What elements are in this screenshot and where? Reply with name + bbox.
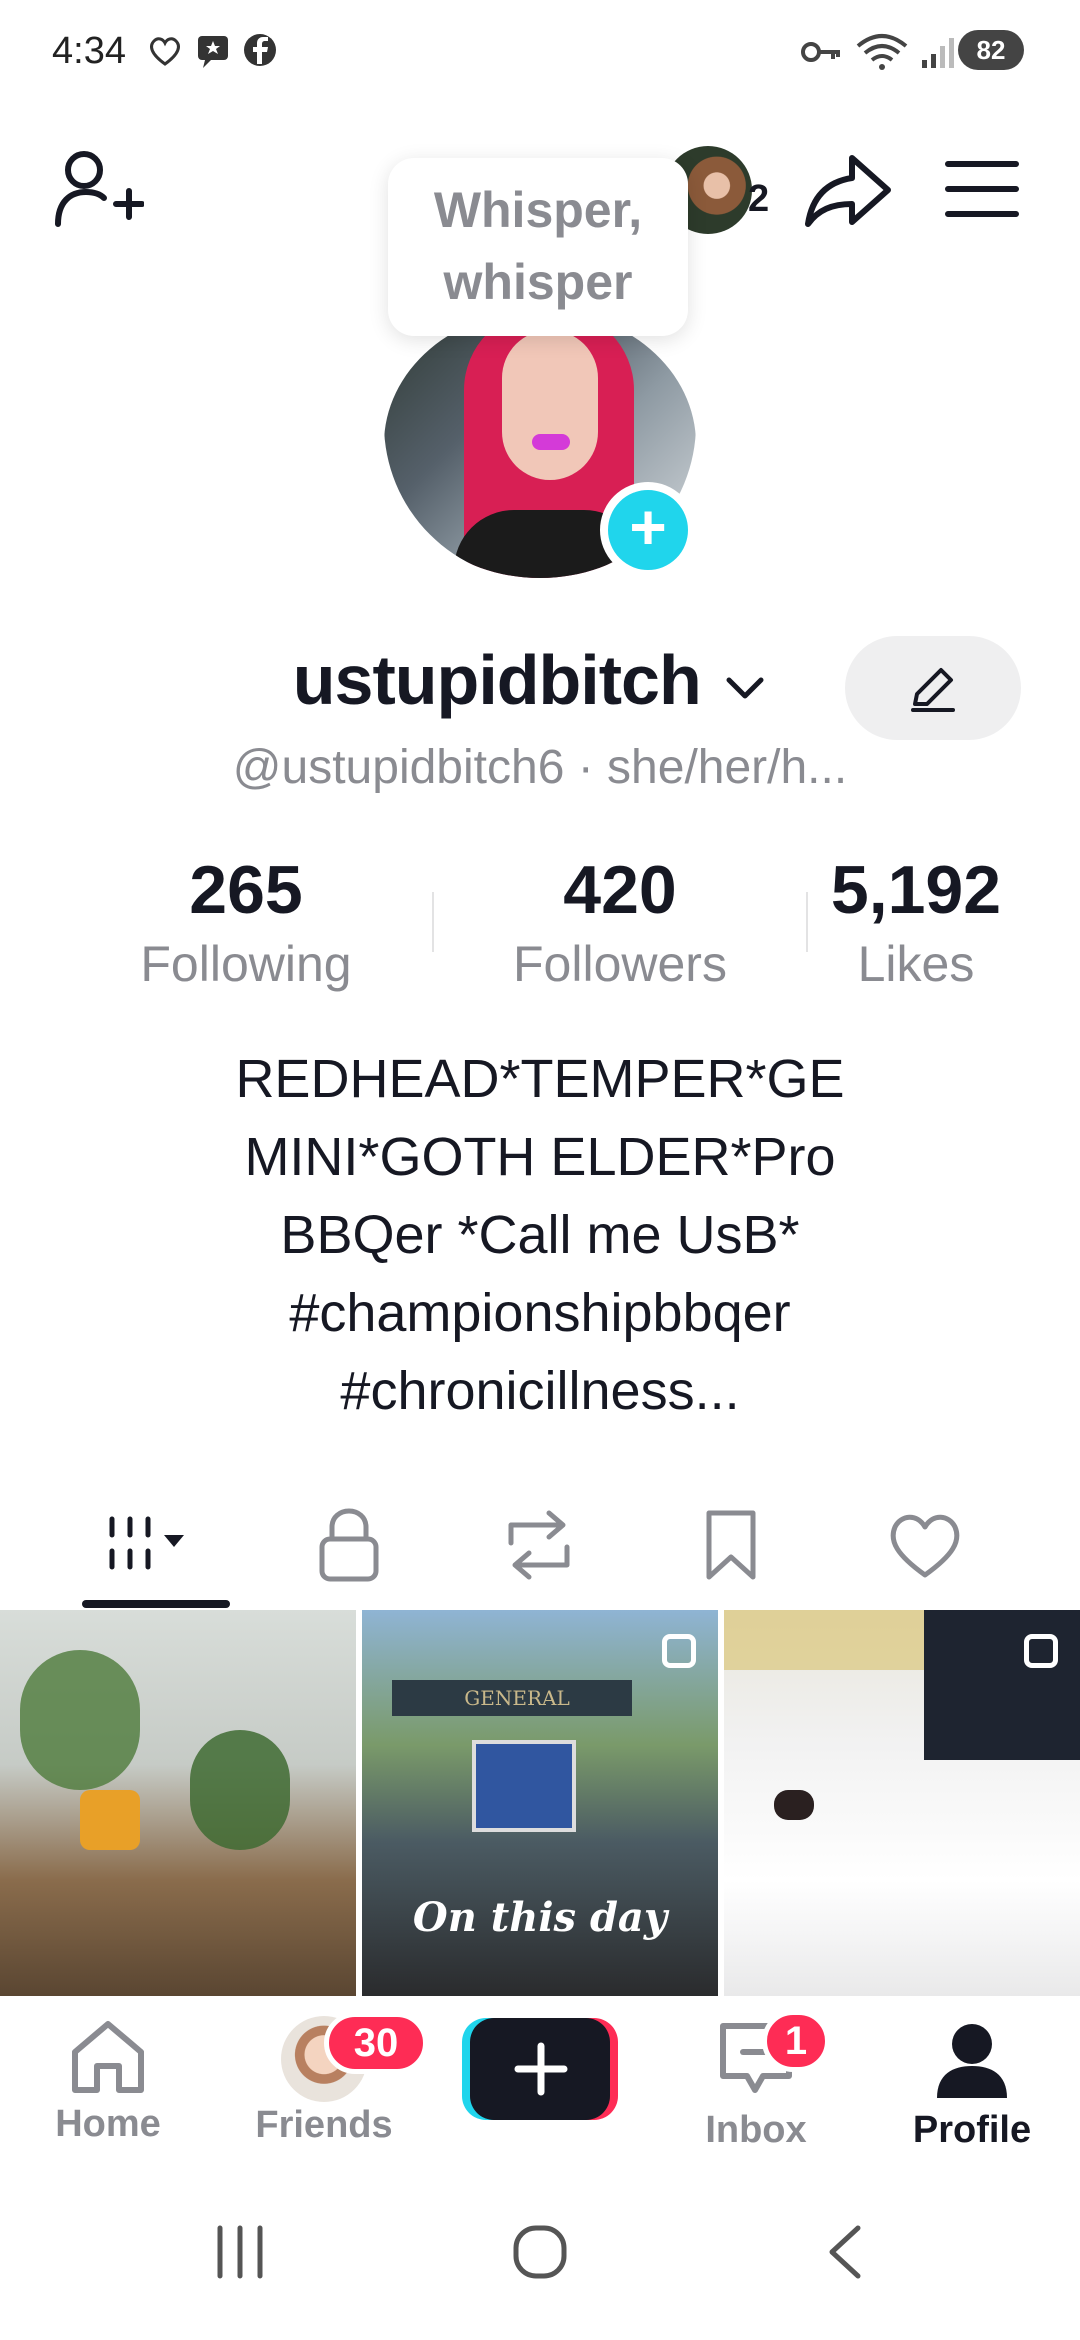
tab-videos[interactable] [90,1490,220,1600]
bio-line: REDHEAD*TEMPER*GE [235,1049,845,1109]
add-friend-icon[interactable] [52,146,144,230]
nav-home-label: Home [55,2103,161,2145]
bookmark-icon [706,1510,756,1580]
content-tabs [0,1490,1080,1600]
home-button-icon[interactable] [510,2222,570,2282]
pencil-icon [911,668,955,712]
profile-icon [937,2024,1007,2098]
back-icon[interactable] [820,2222,870,2282]
followers-count: 420 [563,852,677,928]
bio[interactable]: REDHEAD*TEMPER*GE MINI*GOTH ELDER*Pro BB… [140,1040,940,1430]
private-lock-icon [319,1508,379,1582]
likes-count: 5,192 [830,852,1002,928]
home-icon [72,2021,144,2093]
repost-icon [508,1510,570,1580]
system-status-icons [800,32,956,72]
share-icon[interactable] [802,148,894,232]
bio-line: BBQer *Call me UsB* [280,1205,800,1265]
signal-icon [922,38,954,68]
liked-heart-icon [890,1514,960,1578]
multi-photo-icon [662,1634,696,1668]
status-time: 4:34 [52,30,126,72]
key-icon [801,42,840,62]
likes-stat[interactable]: 5,192 Likes [766,850,1066,998]
video-thumbnail[interactable] [724,1610,1080,1996]
handle-pronouns: @ustupidbitch6 · she/her/h... [232,741,848,794]
likes-label: Likes [857,936,975,992]
video-thumbnail[interactable]: GENERAL On this day [362,1610,718,1996]
status-notification-icons [145,30,279,70]
multi-photo-icon [1024,1634,1058,1668]
whisper-line-1: Whisper, [433,182,643,238]
display-name: ustupidbitch [292,641,702,719]
tab-favorites[interactable] [666,1490,796,1600]
bio-line: #championshipbbqer [289,1283,791,1343]
following-count: 265 [189,852,303,928]
nav-home[interactable]: Home [8,2016,208,2146]
edit-profile-button[interactable] [845,636,1021,740]
following-stat[interactable]: 265 Following [96,850,396,998]
bio-line: #chronicillness... [340,1361,740,1421]
active-tab-indicator [82,1600,230,1608]
plus-icon [514,2042,568,2096]
facebook-icon [244,34,276,66]
nav-friends-label: Friends [255,2104,393,2146]
chevron-down-icon [726,677,764,699]
menu-icon[interactable] [944,158,1020,220]
tab-reposts[interactable] [474,1490,604,1600]
system-navigation-bar [0,2170,1080,2340]
stat-divider [432,892,434,952]
add-story-button[interactable]: + [600,482,696,578]
nav-friends[interactable]: Friends 30 [224,2012,428,2147]
nav-profile-label: Profile [912,2109,1032,2151]
bottom-nav: Home Friends 30 Inbox 1 Profile [0,1998,1080,2168]
nav-inbox-label: Inbox [705,2109,807,2151]
recent-apps-icon[interactable] [210,2222,270,2282]
heart-icon [150,37,180,66]
sign-text: GENERAL [464,1686,570,1710]
on-this-day-caption: On this day [412,1894,668,1941]
tab-private[interactable] [284,1490,414,1600]
video-thumbnail[interactable] [0,1610,356,1996]
battery-indicator: 82 [958,30,1024,70]
videos-grid-icon [109,1516,184,1570]
following-label: Following [140,936,352,992]
whisper-line-2: whisper [443,254,633,310]
followers-stat[interactable]: 420 Followers [470,850,770,998]
nav-profile[interactable]: Profile [872,2016,1072,2152]
bio-line: MINI*GOTH ELDER*Pro [244,1127,836,1187]
whisper-bubble[interactable]: Whisper, whisper [388,158,688,336]
inbox-badge: 1 [762,2010,830,2072]
wifi-icon [856,34,908,70]
profile-viewers-count: 2 [748,178,770,220]
tab-liked[interactable] [860,1490,990,1600]
friends-badge: 30 [324,2012,428,2074]
nav-inbox[interactable]: Inbox 1 [656,2010,856,2152]
followers-label: Followers [513,936,727,992]
chat-icon [198,36,228,68]
create-button[interactable] [462,2018,618,2120]
